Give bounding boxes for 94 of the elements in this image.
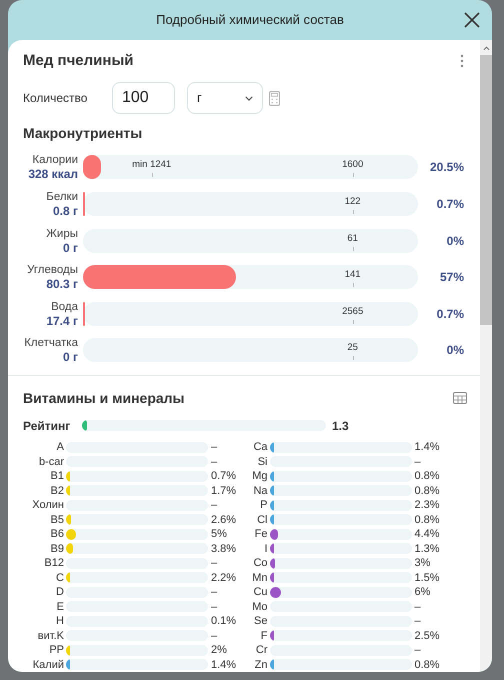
nutrient-name: Mn [251,570,268,585]
nutrient-value: 1.4% [211,658,236,672]
dialog-title: Подробный химический состав [156,11,344,30]
nutrient-value: – [211,454,218,469]
nutrient-name: Белки [46,190,78,204]
rating-value: 1.3 [332,418,349,435]
nutrient-value: – [211,440,218,454]
nutrient-value: 6% [414,585,430,600]
nutrient-name: Mg [251,469,268,484]
nutrient-name: вит.K [36,628,64,643]
nutrient-name: Углеводы [27,263,78,278]
nutrient-value: – [211,585,218,600]
nutrient-name: H [55,614,64,628]
nutrient-name: PP [48,643,64,658]
nutrient-name: Ca [252,440,268,454]
section-title: Макронутриенты [23,124,142,143]
nutrient-value: – [414,454,421,469]
product-name: Мед пчелиный [23,51,134,72]
nutrient-amount: 0.8 г [52,204,78,218]
marker-label: min 1241 [132,159,172,170]
nutrient-name: Жиры [46,226,78,241]
nutrient-name: Si [256,454,268,469]
percent-value: 0% [446,342,464,360]
nutrient-name: B12 [43,556,64,570]
nutrient-value: 2.5% [414,628,440,643]
marker-label: 2565 [342,306,364,317]
nutrient-value: – [211,498,218,512]
nutrient-value: 3.8% [211,542,236,556]
nutrient-amount: 0 г [62,350,78,364]
nutrient-value: – [414,643,421,658]
nutrient-name: B6 [50,527,64,542]
nutrient-value: 5% [211,527,227,542]
nutrient-name: B9 [50,542,64,556]
nutrient-value: – [211,600,218,614]
nutrient-amount: 328 ккал [28,167,78,182]
nutrient-name: E [56,600,64,614]
nutrient-name: Калории [32,153,78,168]
nutrient-name: B1 [50,469,64,484]
nutrient-value: 1.3% [414,542,440,556]
nutrient-value: 1.7% [211,484,236,498]
nutrient-name: F [260,628,268,643]
section-title: Витамины и минералы [23,388,185,408]
nutrient-name: Fe [254,527,268,542]
percent-value: 0% [446,232,464,250]
nutrient-name: Cr [254,643,268,658]
nutrient-name: C [55,570,64,585]
rating-label: Рейтинг [23,418,72,435]
nutrient-value: 1.4% [414,440,440,454]
nutrient-name: Клетчатка [24,336,78,350]
nutrient-value: 2.2% [211,570,236,585]
percent-value: 57% [440,269,464,286]
nutrient-name: B2 [50,484,64,498]
nutrient-value: 3% [414,556,430,570]
percent-value: 0.7% [436,306,464,323]
quantity-label: Количество [23,90,88,108]
percent-value: 0.7% [436,196,464,213]
marker-label: 122 [344,196,361,207]
nutrient-value: 0.7% [211,469,236,484]
nutrient-name: Холин [31,498,64,512]
nutrient-value: – [414,614,421,628]
nutrient-name: A [56,440,64,454]
nutrient-name: Вода [51,300,78,314]
nutrient-name: Калий [32,658,64,672]
nutrient-value: 0.8% [414,484,440,498]
nutrient-value: 0.1% [211,614,236,628]
nutrient-value: 1.5% [414,570,440,585]
marker-label: 141 [344,269,361,280]
nutrient-name: I [263,542,268,556]
nutrient-value: – [211,628,218,643]
nutrient-name: Cl [256,512,268,527]
percent-value: 20.5% [430,159,464,176]
nutrient-value: 4.4% [414,527,440,542]
nutrient-name: Co [252,556,268,570]
nutrient-name: Se [253,614,268,628]
nutrient-value: 2.3% [414,498,440,512]
nutrient-name: Mo [251,600,268,614]
nutrient-value: – [414,600,421,614]
nutrient-value: 2% [211,643,227,658]
nutrient-value: – [211,556,218,570]
nutrient-name: Cu [252,585,268,600]
nutrient-value: 0.8% [414,512,440,527]
nutrient-amount: 0 г [62,240,78,255]
nutrient-name: b-car [38,454,64,469]
nutrient-name: B5 [50,512,64,527]
nutrient-name: Zn [254,658,268,672]
nutrient-name: P [259,498,268,512]
nutrient-name: Na [252,484,268,498]
nutrient-name: D [55,585,64,600]
nutrient-value: 0.8% [414,469,440,484]
nutrient-amount: 80.3 г [46,277,78,292]
marker-label: 1600 [342,159,364,170]
nutrient-value: 0.8% [414,658,440,672]
nutrient-amount: 17.4 г [46,314,78,328]
nutrient-value: 2.6% [211,512,236,527]
